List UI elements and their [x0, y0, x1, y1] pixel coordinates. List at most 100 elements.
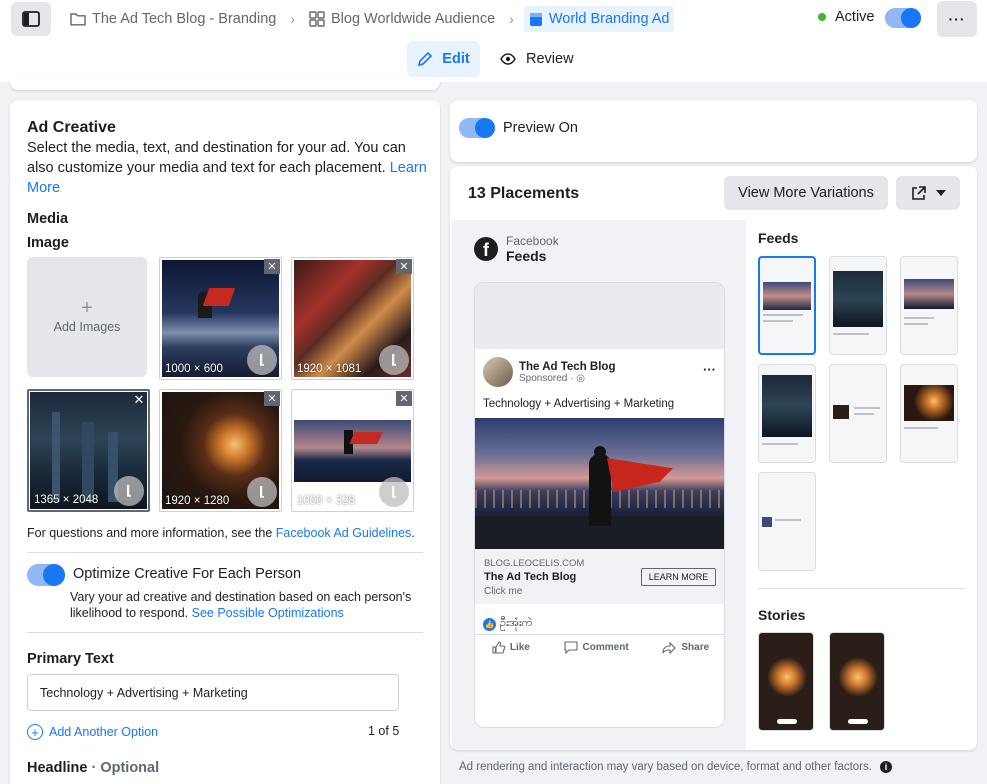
toggle-knob: [43, 564, 65, 586]
preview-toggle[interactable]: [459, 118, 495, 138]
primary-text-input[interactable]: Technology + Advertising + Marketing: [27, 674, 399, 711]
share-preview-button[interactable]: [896, 176, 960, 210]
post-text: Technology + Advertising + Marketing: [483, 398, 675, 410]
pencil-icon: [418, 51, 433, 67]
image-dimensions: 1000 × 328: [297, 495, 355, 507]
section-title: Ad Creative: [27, 119, 116, 136]
link-description: Click me: [484, 586, 523, 597]
reaction-names: ဦးအုံးကဲ: [500, 617, 533, 629]
remove-image-icon[interactable]: ✕: [396, 391, 412, 406]
plus-icon: +: [81, 297, 93, 319]
like-reaction-icon: 👍: [483, 617, 496, 631]
option-counter: 1 of 5: [368, 724, 400, 738]
breadcrumb-adset-label: Blog Worldwide Audience: [331, 11, 496, 27]
toggle-knob: [901, 8, 921, 28]
link-domain: BLOG.LEOCELIS.COM: [484, 558, 585, 569]
feed-post-preview[interactable]: The Ad Tech Blog Sponsored · ◎ ··· Techn…: [474, 282, 725, 728]
see-possible-optimizations-link[interactable]: See Possible Optimizations: [192, 606, 344, 620]
guidelines-text: For questions and more information, see …: [27, 526, 415, 540]
crop-icon[interactable]: ⌊: [114, 476, 144, 506]
breadcrumb-ad[interactable]: World Branding Ad: [523, 6, 675, 32]
ad-creative-panel: Ad Creative Select the media, text, and …: [10, 100, 440, 784]
tab-edit-label: Edit: [442, 51, 470, 67]
divider: [758, 588, 964, 589]
add-images-label: Add Images: [53, 320, 121, 334]
breadcrumb-adset[interactable]: Blog Worldwide Audience: [305, 6, 499, 32]
add-another-option-button[interactable]: + Add Another Option: [27, 724, 158, 740]
link-preview[interactable]: BLOG.LEOCELIS.COM The Ad Tech Blog Click…: [475, 549, 724, 604]
crop-icon[interactable]: ⌊: [379, 345, 409, 375]
facebook-icon: f: [474, 237, 498, 261]
placements-title: 13 Placements: [468, 185, 580, 202]
placement-thumbnail-marketplace[interactable]: [758, 364, 816, 463]
placement-thumbnail-messenger-inbox[interactable]: [900, 256, 958, 355]
status-label: Active: [835, 9, 875, 25]
sponsored-label: Sponsored · ◎: [519, 372, 585, 384]
placement-thumbnail-instagram-feed[interactable]: [829, 256, 887, 355]
placement-thumbnail-right-column[interactable]: [829, 364, 887, 463]
headline-label: Headline · Optional: [27, 760, 160, 776]
primary-text-label: Primary Text: [27, 651, 114, 667]
sidebar-toggle-button[interactable]: [11, 2, 51, 36]
placement-thumbnail-facebook-feed[interactable]: [758, 256, 816, 355]
feeds-section-label: Feeds: [758, 230, 799, 246]
status-dot: [818, 13, 826, 21]
external-link-icon: [911, 185, 926, 200]
breadcrumb-campaign[interactable]: The Ad Tech Blog - Branding: [66, 6, 280, 32]
facebook-ad-guidelines-link[interactable]: Facebook Ad Guidelines: [276, 526, 412, 540]
caret-down-icon: [935, 190, 946, 196]
rendering-disclaimer: Ad rendering and interaction may vary ba…: [459, 761, 892, 773]
optimize-creative-title: Optimize Creative For Each Person: [73, 566, 302, 582]
crop-icon[interactable]: ⌊: [379, 477, 409, 507]
placement-header: f Facebook Feeds: [474, 234, 559, 264]
tab-review[interactable]: Review: [500, 41, 574, 77]
view-more-variations-button[interactable]: View More Variations: [724, 176, 888, 210]
info-icon[interactable]: i: [879, 761, 892, 773]
placement-thumbnail-instagram-story[interactable]: [829, 632, 885, 731]
placement-thumbnail-facebook-story[interactable]: [758, 632, 814, 731]
breadcrumb: The Ad Tech Blog - Branding › Blog World…: [66, 6, 675, 32]
active-toggle[interactable]: [885, 8, 921, 28]
tab-edit[interactable]: Edit: [407, 41, 480, 77]
sidebar-icon: [22, 11, 40, 27]
breadcrumb-ad-label: World Branding Ad: [548, 11, 670, 27]
remove-image-icon[interactable]: ✕: [131, 392, 147, 407]
link-headline: The Ad Tech Blog: [484, 571, 577, 583]
ad-preview-area: f Facebook Feeds The Ad Tech Blog Sponso…: [452, 220, 746, 750]
image-dimensions: 1365 × 2048: [34, 494, 99, 506]
image-dimensions: 1920 × 1081: [297, 363, 362, 375]
image-dimensions: 1920 × 1280: [165, 495, 230, 507]
comment-action[interactable]: Comment: [563, 641, 629, 654]
learn-more-button[interactable]: LEARN MORE: [641, 568, 716, 586]
placement-thumbnail-search-results[interactable]: [900, 364, 958, 463]
comment-icon: [563, 641, 578, 654]
ellipsis-icon: ···: [948, 11, 966, 27]
image-thumbnail[interactable]: ✕ 1920 × 1081 ⌊: [291, 257, 414, 380]
preview-toggle-label: Preview On: [503, 120, 578, 136]
remove-image-icon[interactable]: ✕: [396, 259, 412, 274]
post-menu-icon[interactable]: ···: [703, 362, 716, 377]
remove-image-icon[interactable]: ✕: [264, 259, 280, 274]
divider: [27, 552, 423, 553]
add-images-button[interactable]: + Add Images: [27, 257, 147, 377]
share-action[interactable]: Share: [662, 641, 709, 654]
like-action[interactable]: Like: [492, 641, 530, 654]
preview-toggle-card: Preview On: [450, 100, 977, 162]
thumbs-up-icon: [492, 641, 505, 654]
placement-thumbnail-explore[interactable]: [758, 472, 816, 571]
post-image: [475, 418, 724, 549]
crop-icon[interactable]: ⌊: [247, 477, 277, 507]
optimize-creative-toggle[interactable]: [27, 564, 65, 586]
chevron-right-icon: ›: [509, 11, 514, 27]
image-thumbnail[interactable]: ✕ 1000 × 328 ⌊: [291, 389, 414, 512]
image-thumbnail[interactable]: ✕ 1920 × 1280 ⌊: [159, 389, 282, 512]
image-thumbnail[interactable]: ✕ 1000 × 600 ⌊: [159, 257, 282, 380]
top-bar: The Ad Tech Blog - Branding › Blog World…: [0, 0, 987, 82]
divider: [475, 634, 724, 635]
placements-panel: 13 Placements View More Variations f Fac…: [450, 166, 977, 750]
more-options-button[interactable]: ···: [937, 1, 977, 37]
crop-icon[interactable]: ⌊: [247, 345, 277, 375]
image-thumbnail-selected[interactable]: ✕ 1365 × 2048 ⌊: [27, 389, 150, 512]
remove-image-icon[interactable]: ✕: [264, 391, 280, 406]
folder-icon: [70, 13, 86, 26]
